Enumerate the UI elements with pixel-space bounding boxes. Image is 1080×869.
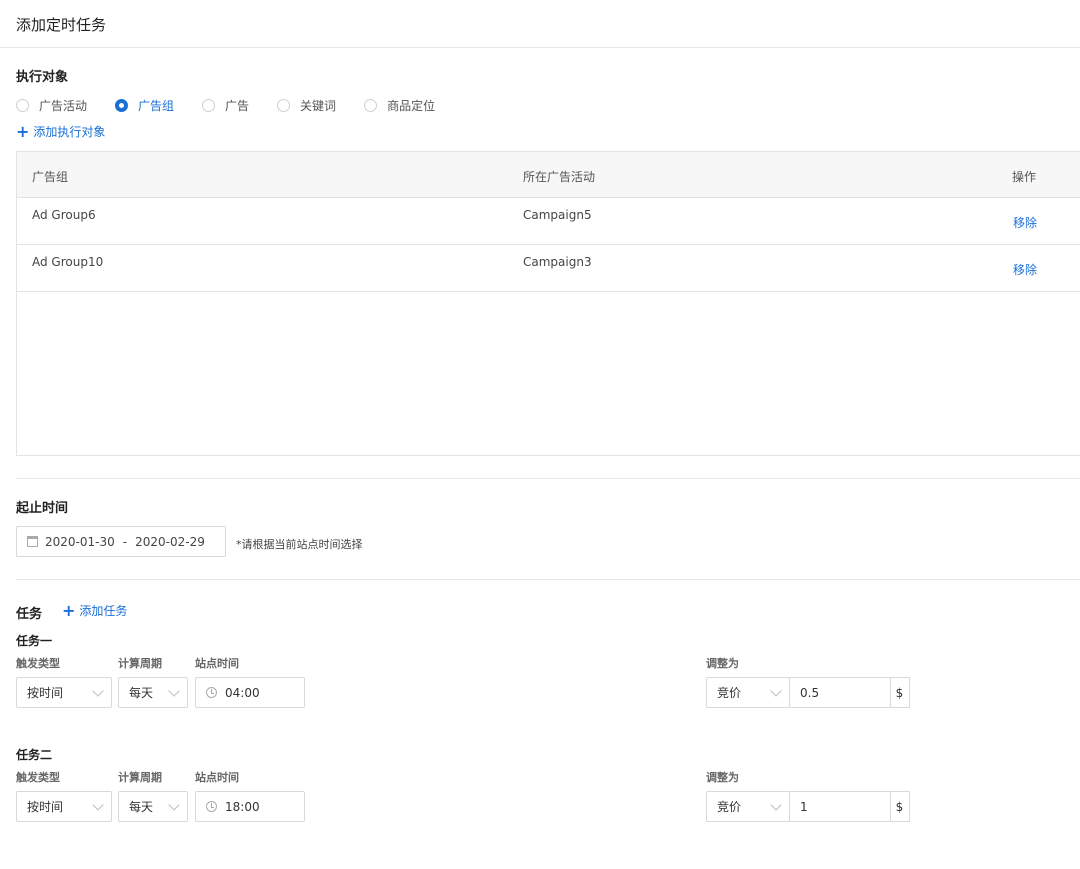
cycle-label: 计算周期 [118, 657, 162, 670]
date-range-picker[interactable]: 2020-01-30 - 2020-02-29 [16, 526, 226, 557]
task-name: 任务一 [16, 634, 53, 648]
column-header-action: 操作 [1012, 170, 1037, 184]
plus-icon: + [16, 121, 30, 141]
chevron-down-icon [92, 685, 104, 697]
radio-label: 广告 [225, 98, 250, 113]
cell-ad-group: Ad Group6 [32, 208, 96, 222]
currency-unit: $ [890, 791, 910, 822]
currency-unit: $ [890, 677, 910, 708]
plus-icon: + [62, 600, 76, 620]
cycle-select[interactable]: 每天 [118, 677, 188, 708]
trigger-type-label: 触发类型 [16, 657, 60, 670]
radio-keyword[interactable]: 关键词 [277, 97, 336, 114]
radio-label: 广告组 [138, 98, 175, 113]
radio-label: 关键词 [300, 98, 337, 113]
cell-campaign: Campaign5 [523, 208, 592, 222]
site-time-label: 站点时间 [195, 771, 239, 784]
cell-ad-group: Ad Group10 [32, 255, 104, 269]
radio-circle-icon [16, 98, 29, 112]
radio-circle-icon [277, 98, 291, 112]
chevron-down-icon [770, 685, 782, 697]
radio-circle-icon [202, 98, 216, 112]
radio-ad[interactable]: 广告 [202, 97, 249, 114]
trigger-type-value: 按时间 [27, 686, 64, 700]
target-table: 广告组 所在广告活动 操作 Ad Group6 Campaign5 移除 Ad … [16, 151, 1080, 456]
trigger-type-value: 按时间 [27, 800, 64, 814]
task-name: 任务二 [16, 748, 53, 762]
site-time-picker[interactable]: 18:00 [195, 791, 305, 822]
site-time-picker[interactable]: 04:00 [195, 677, 305, 708]
site-time-label: 站点时间 [195, 657, 239, 670]
table-row: Ad Group6 Campaign5 移除 [17, 198, 1080, 245]
trigger-type-select[interactable]: 按时间 [16, 791, 112, 822]
date-separator: - [122, 534, 128, 549]
adjust-value-input[interactable]: 1 [789, 791, 891, 822]
radio-campaign[interactable]: 广告活动 [16, 97, 87, 114]
trigger-type-select[interactable]: 按时间 [16, 677, 112, 708]
remove-row-button[interactable]: 移除 [1013, 214, 1037, 231]
adjust-label: 调整为 [706, 657, 739, 670]
chevron-down-icon [770, 799, 782, 811]
radio-circle-icon [364, 98, 378, 112]
end-date: 2020-02-29 [135, 534, 205, 549]
chevron-down-icon [92, 799, 104, 811]
timezone-hint: *请根据当前站点时间选择 [236, 538, 363, 551]
add-target-button[interactable]: + 添加执行对象 [16, 123, 105, 140]
add-task-label: 添加任务 [79, 604, 128, 618]
section-divider [16, 478, 1080, 479]
column-header-campaign: 所在广告活动 [523, 170, 596, 184]
trigger-type-label: 触发类型 [16, 771, 60, 784]
radio-label: 广告活动 [39, 98, 88, 113]
site-time-value: 04:00 [225, 685, 260, 700]
radio-checked-icon [115, 98, 129, 112]
cycle-label: 计算周期 [118, 771, 162, 784]
target-section-title: 执行对象 [16, 70, 69, 85]
adjust-type-select[interactable]: 竞价 [706, 677, 790, 708]
add-task-button[interactable]: + 添加任务 [62, 602, 127, 619]
radio-product-targeting[interactable]: 商品定位 [364, 97, 435, 114]
add-target-label: 添加执行对象 [33, 125, 106, 139]
table-row: Ad Group10 Campaign3 移除 [17, 245, 1080, 292]
cycle-value: 每天 [129, 686, 154, 700]
start-date: 2020-01-30 [45, 534, 115, 549]
adjust-value-input[interactable]: 0.5 [789, 677, 891, 708]
adjust-type-value: 竞价 [717, 686, 742, 700]
cycle-value: 每天 [129, 800, 154, 814]
remove-row-button[interactable]: 移除 [1013, 261, 1037, 278]
page-header: 添加定时任务 [0, 0, 1080, 48]
adjust-label: 调整为 [706, 771, 739, 784]
adjust-type-value: 竞价 [717, 800, 742, 814]
clock-icon [206, 687, 217, 698]
column-header-ad-group: 广告组 [32, 170, 69, 184]
chevron-down-icon [168, 685, 180, 697]
adjust-value: 1 [800, 799, 808, 814]
period-section-title: 起止时间 [16, 501, 69, 516]
adjust-type-select[interactable]: 竞价 [706, 791, 790, 822]
section-divider [16, 579, 1080, 580]
table-header: 广告组 所在广告活动 操作 [17, 152, 1080, 198]
clock-icon [206, 801, 217, 812]
site-time-value: 18:00 [225, 799, 260, 814]
target-type-radio-group: 广告活动 广告组 广告 关键词 商品定位 [16, 96, 463, 114]
cell-campaign: Campaign3 [523, 255, 592, 269]
chevron-down-icon [168, 799, 180, 811]
radio-label: 商品定位 [387, 98, 436, 113]
radio-ad-group[interactable]: 广告组 [115, 97, 174, 114]
cycle-select[interactable]: 每天 [118, 791, 188, 822]
adjust-value: 0.5 [800, 685, 820, 700]
page-title: 添加定时任务 [16, 16, 107, 34]
calendar-icon [27, 536, 38, 547]
tasks-section-title: 任务 [16, 607, 43, 622]
